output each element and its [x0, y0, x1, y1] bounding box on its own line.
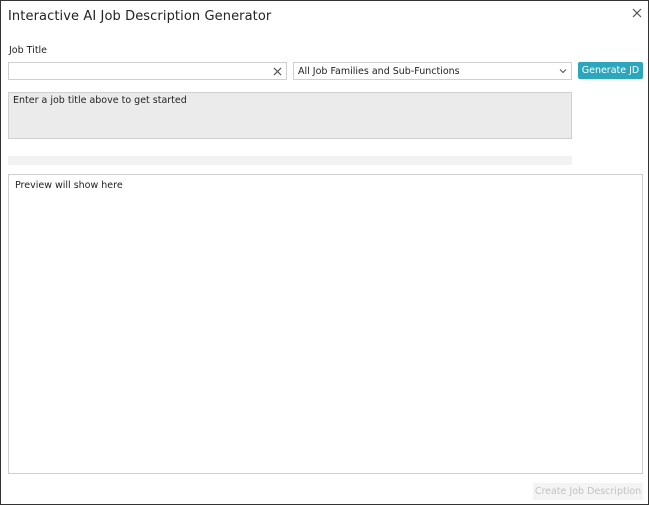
- close-icon: [632, 8, 642, 18]
- job-title-field: [8, 62, 287, 80]
- hint-text: Enter a job title above to get started: [13, 95, 187, 106]
- hint-panel: Enter a job title above to get started: [8, 92, 572, 139]
- create-job-description-button[interactable]: Create Job Description: [533, 483, 643, 500]
- preview-placeholder-text: Preview will show here: [15, 180, 123, 191]
- clear-input-button[interactable]: [271, 65, 283, 77]
- dialog-title: Interactive AI Job Description Generator: [8, 9, 272, 24]
- close-button[interactable]: [629, 5, 645, 21]
- generate-jd-button[interactable]: Generate JD: [578, 62, 643, 79]
- job-family-select[interactable]: All Job Families and Sub-Functions: [293, 62, 572, 80]
- job-title-input[interactable]: [9, 63, 275, 79]
- preview-panel: Preview will show here: [8, 174, 643, 474]
- job-title-label: Job Title: [9, 45, 48, 56]
- close-icon: [272, 66, 282, 76]
- progress-bar: [8, 156, 572, 165]
- job-family-select-value: All Job Families and Sub-Functions: [298, 66, 460, 77]
- chevron-down-icon: [559, 69, 567, 74]
- job-description-dialog: Interactive AI Job Description Generator…: [0, 0, 649, 505]
